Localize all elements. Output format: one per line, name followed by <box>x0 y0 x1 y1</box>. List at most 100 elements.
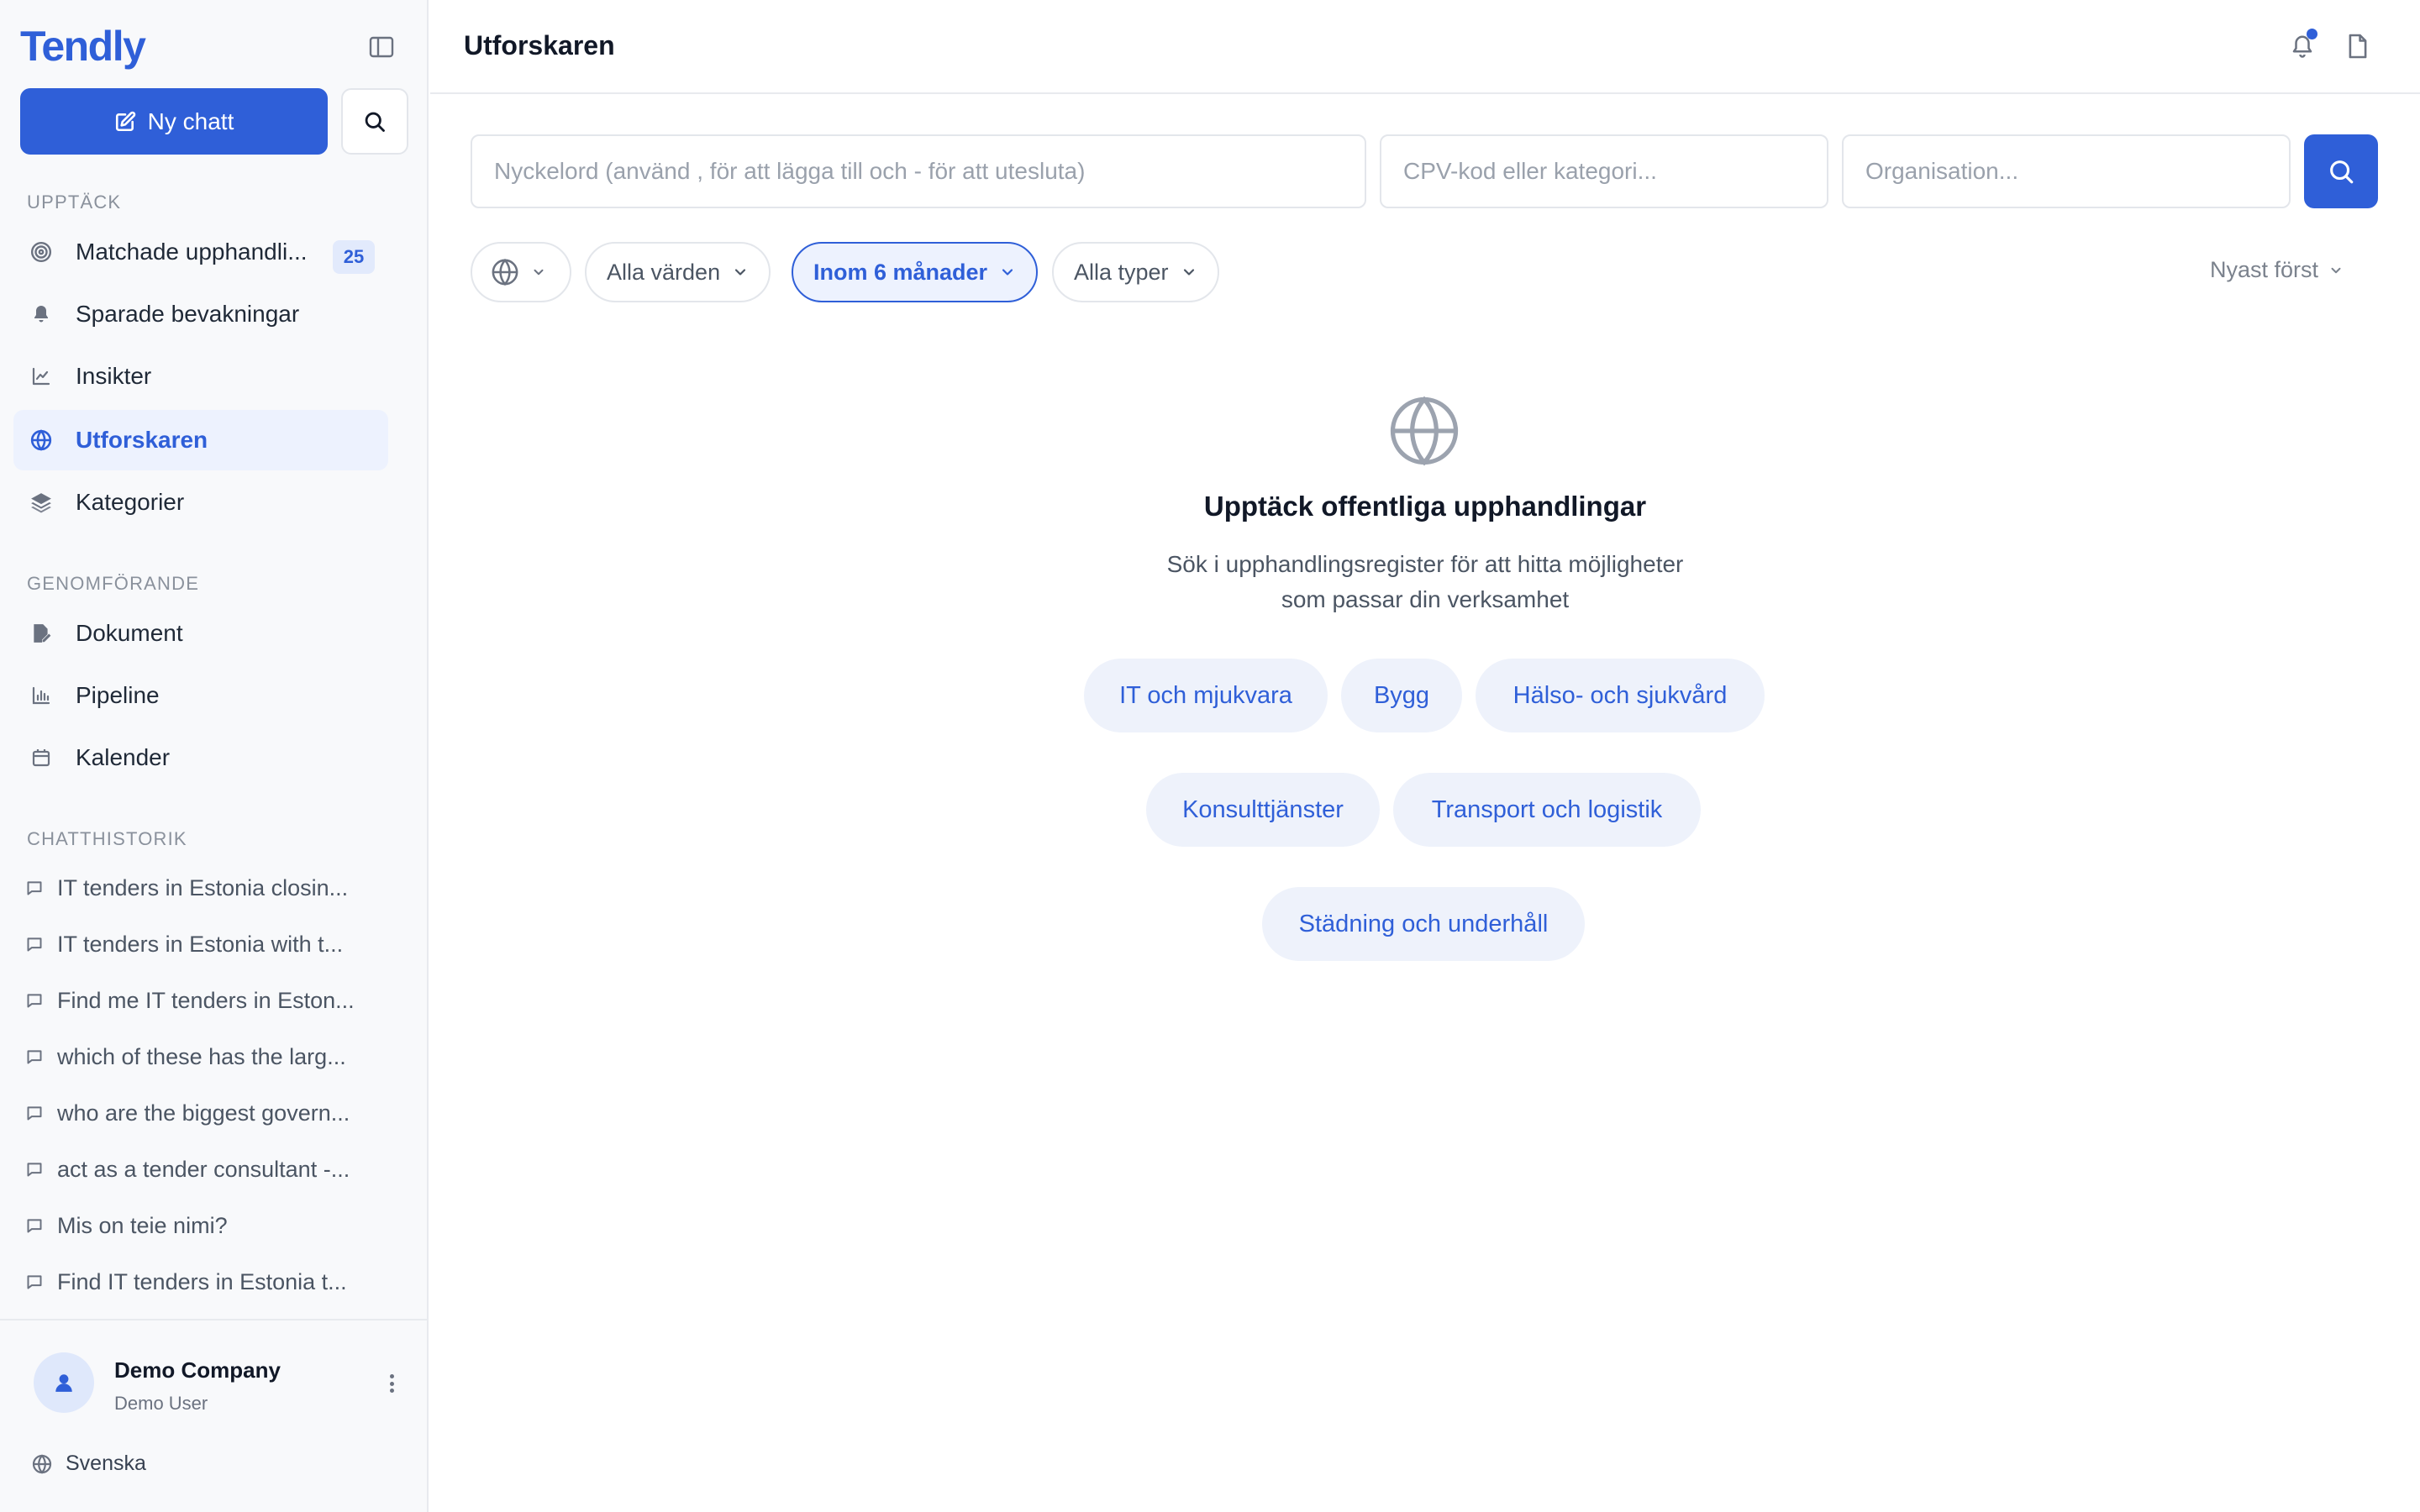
chevron-down-icon <box>1183 269 1194 276</box>
chat-history-item[interactable]: Find me IT tenders in Eston... <box>25 979 395 1021</box>
bell-icon <box>29 302 54 327</box>
sidebar-item-documents[interactable]: Dokument <box>13 603 388 664</box>
file-edit-icon <box>29 621 54 646</box>
sidebar-toggle-icon <box>369 36 394 58</box>
category-chip-it[interactable]: IT och mjukvara <box>1084 659 1328 732</box>
section-label-discover: UPPTÄCK <box>27 192 122 213</box>
sidebar-toggle-button[interactable] <box>363 30 400 64</box>
new-chat-button[interactable]: Ny chatt <box>20 88 328 155</box>
sidebar-item-explorer[interactable]: Utforskaren <box>13 410 388 470</box>
chat-history-item[interactable]: act as a tender consultant -... <box>25 1148 395 1190</box>
chat-history-label: IT tenders in Estonia closin... <box>57 874 349 900</box>
sidebar-item-label: Pipeline <box>76 682 160 708</box>
category-chip-consulting[interactable]: Konsulttjänster <box>1146 773 1380 847</box>
sidebar-item-categories[interactable]: Kategorier <box>13 472 388 533</box>
message-icon <box>25 935 44 953</box>
empty-state-subtitle: som passar din verksamhet <box>1281 586 1570 612</box>
chat-history-item[interactable]: which of these has the larg... <box>25 1036 395 1078</box>
documents-button[interactable] <box>2343 30 2373 62</box>
sidebar-item-label: Kalender <box>76 744 171 770</box>
category-chip-construction[interactable]: Bygg <box>1341 659 1462 732</box>
chevron-down-icon <box>534 269 544 276</box>
value-filter-dropdown[interactable]: Alla värden <box>585 242 771 302</box>
notification-dot <box>2307 29 2317 39</box>
sidebar-item-matched[interactable]: Matchade upphandli... 25 <box>13 222 388 282</box>
app-logo[interactable]: Tendly <box>20 22 146 71</box>
more-options-button[interactable] <box>383 1369 400 1398</box>
type-filter-label: Alla typer <box>1074 259 1169 285</box>
sidebar: Tendly Ny chatt UPPTÄCK Matchade upphand… <box>0 0 429 1512</box>
sidebar-item-label: Dokument <box>76 620 183 646</box>
sidebar-footer: Demo Company Demo User Svenska <box>0 1319 427 1512</box>
message-icon <box>25 1104 44 1122</box>
new-chat-label: Ny chatt <box>147 108 234 134</box>
chat-history-label: act as a tender consultant -... <box>57 1156 350 1182</box>
chat-history-label: IT tenders in Estonia with t... <box>57 931 344 957</box>
chat-history-label: Mis on teie nimi? <box>57 1212 228 1238</box>
category-chip-healthcare[interactable]: Hälso- och sjukvård <box>1476 659 1765 732</box>
sidebar-item-label: Kategorier <box>76 489 185 515</box>
count-badge: 25 <box>333 240 375 274</box>
sidebar-item-label: Utforskaren <box>76 427 208 453</box>
notifications-button[interactable] <box>2287 29 2317 62</box>
globe-icon <box>492 258 518 286</box>
globe-icon <box>29 428 54 453</box>
cpv-code-input[interactable] <box>1380 134 1828 208</box>
chat-history-label: which of these has the larg... <box>57 1043 346 1069</box>
search-submit-button[interactable] <box>2304 134 2378 208</box>
chat-history-item[interactable]: IT tenders in Estonia with t... <box>25 923 395 965</box>
sort-dropdown[interactable]: Nyast först <box>2210 257 2344 283</box>
line-chart-icon <box>29 364 54 389</box>
chevron-down-icon <box>1002 269 1013 276</box>
message-icon <box>25 1160 44 1179</box>
message-icon <box>25 991 44 1010</box>
calendar-icon <box>29 745 54 770</box>
empty-state-subtitle: Sök i upphandlingsregister för att hitta… <box>1166 551 1684 577</box>
section-label-history: CHATTHISTORIK <box>27 828 187 849</box>
avatar[interactable] <box>34 1352 94 1413</box>
chat-history-label: Find IT tenders in Estonia t... <box>57 1268 347 1294</box>
category-chip-transport[interactable]: Transport och logistik <box>1393 773 1701 847</box>
sidebar-item-saved-watches[interactable]: Sparade bevakningar <box>13 284 388 344</box>
layers-icon <box>29 490 54 515</box>
sidebar-item-label: Insikter <box>76 363 152 389</box>
keyword-search-input[interactable] <box>471 134 1366 208</box>
language-selector[interactable]: Svenska <box>32 1452 146 1476</box>
chat-history-label: Find me IT tenders in Eston... <box>57 987 355 1013</box>
company-name: Demo Company <box>114 1357 281 1383</box>
chat-history-item[interactable]: who are the biggest govern... <box>25 1092 395 1134</box>
sidebar-search-button[interactable] <box>341 88 408 155</box>
region-filter-dropdown[interactable] <box>471 242 571 302</box>
chat-history-label: who are the biggest govern... <box>57 1100 350 1126</box>
sidebar-item-insights[interactable]: Insikter <box>13 346 388 407</box>
period-filter-dropdown[interactable]: Inom 6 månader <box>792 242 1039 302</box>
organisation-input[interactable] <box>1842 134 2291 208</box>
search-icon <box>2330 160 2354 184</box>
chat-history-item[interactable]: Find IT tenders in Estonia t... <box>25 1261 395 1303</box>
user-name: Demo User <box>114 1393 208 1414</box>
search-icon <box>365 112 385 132</box>
globe-icon <box>1390 396 1459 466</box>
bar-chart-icon <box>29 683 54 708</box>
sidebar-item-pipeline[interactable]: Pipeline <box>13 665 388 726</box>
edit-icon <box>115 111 135 131</box>
category-chip-cleaning[interactable]: Städning och underhåll <box>1262 887 1585 961</box>
file-icon <box>2349 34 2367 59</box>
target-icon <box>29 239 54 265</box>
chevron-down-icon <box>2331 267 2341 273</box>
chevron-down-icon <box>735 269 746 276</box>
page-title: Utforskaren <box>464 30 615 60</box>
message-icon <box>25 1047 44 1066</box>
chat-history-item[interactable]: Mis on teie nimi? <box>25 1205 395 1247</box>
language-label: Svenska <box>66 1452 146 1475</box>
message-icon <box>25 1273 44 1291</box>
message-icon <box>25 1216 44 1235</box>
sort-label: Nyast först <box>2210 257 2319 282</box>
type-filter-dropdown[interactable]: Alla typer <box>1052 242 1219 302</box>
message-icon <box>25 879 44 897</box>
chat-history-item[interactable]: IT tenders in Estonia closin... <box>25 867 395 909</box>
sidebar-item-label: Sparade bevakningar <box>76 301 300 327</box>
sidebar-item-label: Matchade upphandli... <box>76 239 308 265</box>
sidebar-item-calendar[interactable]: Kalender <box>13 727 388 788</box>
section-label-execution: GENOMFÖRANDE <box>27 573 200 594</box>
